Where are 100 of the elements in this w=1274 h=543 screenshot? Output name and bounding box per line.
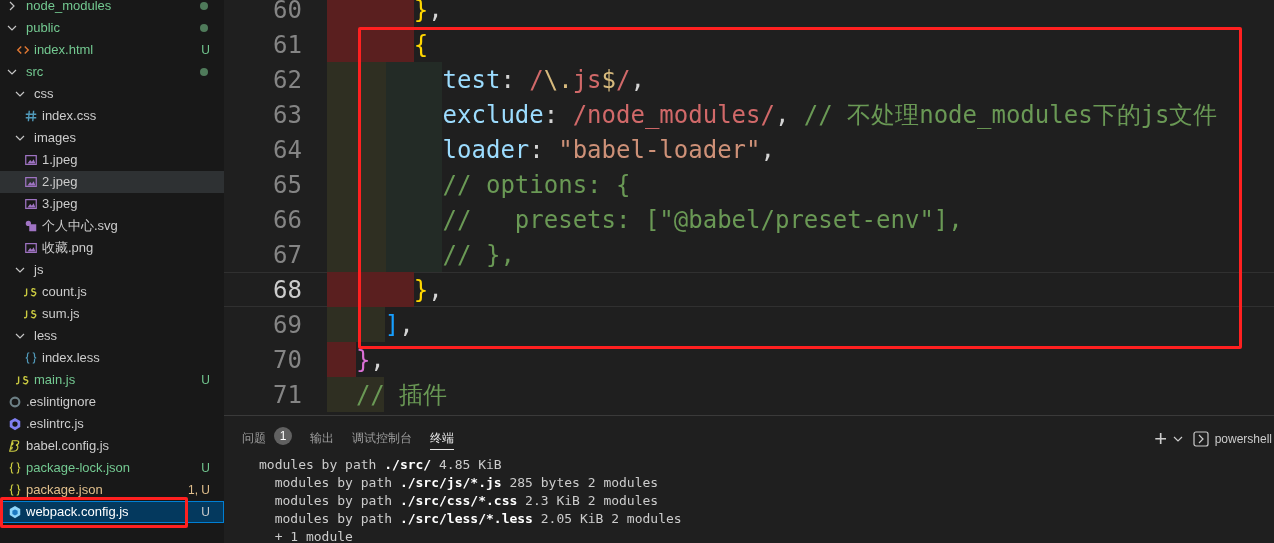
- line-number: 61: [272, 29, 302, 61]
- code-line: exclude: /node_modules/, // 不处理node_modules下的js文件: [441, 99, 1218, 131]
- chevron-down-icon[interactable]: [15, 265, 25, 275]
- tree-item[interactable]: 1.jpeg: [0, 149, 224, 171]
- tree-item[interactable]: index.less: [0, 347, 224, 369]
- file-name: babel.config.js: [26, 437, 111, 456]
- code-line: },: [412, 0, 443, 26]
- file-name: images: [34, 129, 77, 148]
- line-number: 60: [272, 0, 302, 26]
- terminal-line: + 1 module: [273, 528, 354, 543]
- code-icon: [16, 43, 30, 57]
- letter-b-icon: [8, 439, 22, 453]
- tree-item[interactable]: less: [0, 325, 224, 347]
- terminal-line: modules by path ./src/js/*.js 285 bytes 2 modules: [273, 474, 660, 492]
- line-number: 69: [272, 309, 302, 341]
- file-name: 3.jpeg: [42, 195, 79, 214]
- chevron-down-icon[interactable]: [15, 89, 25, 99]
- file-name: public: [26, 19, 61, 38]
- line-number: 67: [272, 239, 302, 271]
- code-line: loader: "babel-loader",: [441, 134, 775, 166]
- image-icon: [24, 153, 38, 167]
- file-name: main.js: [34, 371, 77, 390]
- line-number: 62: [272, 64, 302, 96]
- tree-item[interactable]: src: [0, 61, 224, 83]
- count-badge: 1: [274, 426, 292, 445]
- file-name: package.json: [26, 481, 104, 500]
- ring-icon: [8, 395, 22, 409]
- file-name: css: [34, 85, 55, 104]
- file-name: .eslintignore: [26, 393, 98, 412]
- tree-item[interactable]: 个人中心.svg: [0, 215, 224, 237]
- js-icon: [24, 307, 38, 321]
- panel-tab[interactable]: 问题 1: [242, 426, 292, 450]
- panel-tab[interactable]: 调试控制台: [352, 426, 412, 450]
- tree-item[interactable]: css: [0, 83, 224, 105]
- shapes-icon: [24, 219, 38, 233]
- tree-item[interactable]: js: [0, 259, 224, 281]
- line-number: 70: [272, 344, 302, 376]
- file-name: index.html: [34, 41, 95, 60]
- tree-item[interactable]: index.css: [0, 105, 224, 127]
- tree-item[interactable]: .eslintrc.js: [0, 413, 224, 435]
- cube-icon: [8, 505, 22, 519]
- file-name: js: [34, 261, 45, 280]
- terminal-line: modules by path ./src/css/*.css 2.3 KiB 2 modules: [273, 492, 660, 510]
- tree-item[interactable]: 收藏.png: [0, 237, 224, 259]
- file-name: index.css: [42, 107, 98, 126]
- git-status: U: [201, 504, 210, 521]
- file-name: src: [26, 63, 45, 82]
- tree-item[interactable]: main.js U: [0, 369, 224, 391]
- file-name: package-lock.json: [26, 459, 132, 478]
- line-number: 63: [272, 99, 302, 131]
- file-name: 收藏.png: [42, 239, 95, 258]
- file-name: node_modules: [26, 0, 113, 16]
- hash-icon: [24, 109, 38, 123]
- image-icon: [24, 241, 38, 255]
- tree-item[interactable]: package.json 1, U: [0, 479, 224, 501]
- tree-item[interactable]: package-lock.json U: [0, 457, 224, 479]
- code-line: // 插件: [354, 379, 448, 411]
- chevron-down-icon[interactable]: [15, 133, 25, 143]
- code-line: },: [412, 274, 443, 306]
- terminal-icon: [1192, 431, 1209, 447]
- panel-tab[interactable]: 输出: [310, 426, 334, 450]
- line-number: 64: [272, 134, 302, 166]
- tree-item[interactable]: .eslintignore: [0, 391, 224, 413]
- tree-item[interactable]: sum.js: [0, 303, 224, 325]
- git-status: U: [201, 42, 210, 59]
- line-number: 68: [272, 274, 302, 306]
- chevron-down-icon[interactable]: [15, 331, 25, 341]
- chevron-right-icon[interactable]: [7, 1, 17, 11]
- image-icon: [24, 197, 38, 211]
- file-name: index.less: [42, 349, 101, 368]
- tree-item[interactable]: images: [0, 127, 224, 149]
- file-name: 个人中心.svg: [42, 217, 119, 236]
- js-icon: [16, 373, 30, 387]
- tree-item[interactable]: public: [0, 17, 224, 39]
- code-line: },: [354, 344, 385, 376]
- tree-item[interactable]: count.js: [0, 281, 224, 303]
- chevron-down-icon[interactable]: [1172, 434, 1183, 444]
- terminal-line: modules by path ./src/ 4.85 KiB: [259, 456, 503, 474]
- code-line: // options: {: [441, 169, 631, 201]
- tree-item[interactable]: 2.jpeg: [0, 171, 224, 193]
- git-status: 1, U: [188, 482, 210, 499]
- file-name: 2.jpeg: [42, 173, 79, 192]
- panel-tab[interactable]: 终端: [430, 426, 454, 450]
- code-line: // presets: ["@babel/preset-env"],: [441, 204, 963, 236]
- chevron-down-icon[interactable]: [7, 67, 17, 77]
- tree-item[interactable]: index.html U: [0, 39, 224, 61]
- tree-item[interactable]: webpack.config.js U: [0, 501, 224, 523]
- tree-item[interactable]: node_modules: [0, 0, 224, 17]
- tree-item[interactable]: babel.config.js: [0, 435, 224, 457]
- new-terminal-button[interactable]: +: [1152, 429, 1169, 449]
- code-line: // },: [441, 239, 515, 271]
- chevron-down-icon[interactable]: [7, 23, 17, 33]
- tree-item[interactable]: 3.jpeg: [0, 193, 224, 215]
- braces-icon: [8, 483, 22, 497]
- terminal-select-button[interactable]: powershell: [1192, 430, 1274, 448]
- file-name: less: [34, 327, 59, 346]
- image-icon: [24, 175, 38, 189]
- file-name: 1.jpeg: [42, 151, 79, 170]
- code-line: test: /\.js$/,: [441, 64, 645, 96]
- file-name: count.js: [42, 283, 88, 302]
